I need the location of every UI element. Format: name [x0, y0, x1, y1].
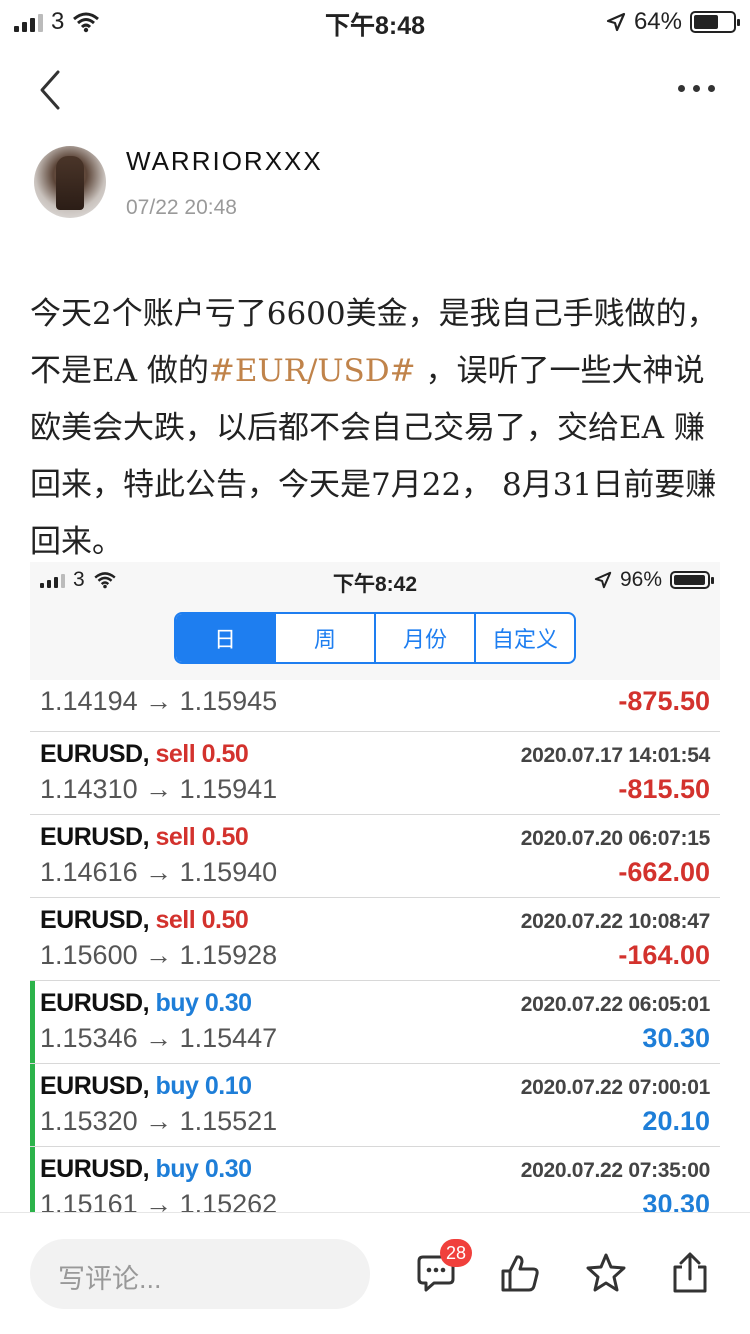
comments-button[interactable]: 28	[414, 1239, 473, 1295]
trade-symbol: EURUSD, sell 0.50	[40, 906, 249, 934]
trade-profit: -815.50	[618, 774, 710, 804]
share-icon	[673, 1252, 707, 1293]
battery-icon	[670, 571, 714, 589]
bottom-action-bar: 写评论... 28	[0, 1213, 750, 1334]
image-battery-percent: 96%	[619, 568, 662, 591]
trade-profit: -875.50	[618, 686, 710, 716]
location-icon	[606, 12, 626, 32]
trade-symbol: EURUSD, sell 0.50	[40, 823, 249, 851]
trade-datetime: 2020.07.22 06:05:01	[520, 993, 711, 1016]
favorite-button[interactable]	[584, 1251, 628, 1295]
post-image[interactable]: 3 下午8:42 96% 日 周 月份 自定义 1.14194 → 1.1594…	[30, 562, 720, 1212]
trade-symbol: EURUSD, buy 0.30	[40, 989, 252, 1017]
trade-prices: 1.15346 → 1.15447	[40, 1023, 278, 1053]
thumbs-up-icon	[501, 1255, 539, 1292]
battery-percent: 64%	[633, 8, 682, 35]
trade-datetime: 2020.07.20 06:07:15	[520, 827, 711, 850]
trade-profit: 20.10	[642, 1106, 710, 1136]
star-icon	[586, 1253, 626, 1292]
post-time: 07/22 20:48	[126, 196, 237, 219]
nav-bar	[0, 60, 750, 120]
trade-row[interactable]: EURUSD, sell 0.50 2020.07.22 10:08:47 1.15…	[30, 898, 720, 981]
period-selector-area: 日 周 月份 自定义	[30, 600, 720, 680]
comment-count-badge: 28	[440, 1239, 473, 1267]
tab-day[interactable]: 日	[176, 614, 274, 662]
back-button[interactable]	[32, 66, 72, 114]
trade-profit: 30.30	[642, 1023, 710, 1053]
trade-profit: -662.00	[618, 857, 710, 887]
trade-row[interactable]: EURUSD, buy 0.30 2020.07.22 06:05:01 1.153…	[30, 981, 720, 1064]
trade-row[interactable]: 1.14194 → 1.15945 -875.50	[30, 680, 720, 732]
trade-row[interactable]: EURUSD, sell 0.50 2020.07.20 06:07:15 1.14…	[30, 815, 720, 898]
comment-input[interactable]: 写评论...	[30, 1239, 370, 1309]
post-author: WARRIORXXX 07/22 20:48	[34, 146, 724, 226]
trade-datetime: 2020.07.22 07:00:01	[520, 1076, 711, 1099]
trade-symbol: EURUSD, sell 0.50	[40, 740, 249, 768]
trade-datetime: 2020.07.22 07:35:00	[520, 1159, 711, 1182]
tab-week[interactable]: 周	[274, 614, 374, 662]
trade-side: sell 0.50	[155, 906, 249, 934]
tab-custom[interactable]: 自定义	[474, 614, 574, 662]
like-button[interactable]	[498, 1251, 542, 1295]
trade-history-list: 1.14194 → 1.15945 -875.50 EURUSD, sell 0…	[30, 680, 720, 1212]
image-status-bar: 3 下午8:42 96%	[30, 562, 720, 600]
avatar[interactable]	[34, 146, 106, 218]
trade-profit: -164.00	[618, 940, 710, 970]
trade-row[interactable]: EURUSD, buy 0.10 2020.07.22 07:00:01 1.153…	[30, 1064, 720, 1147]
trade-side: sell 0.50	[155, 823, 249, 851]
status-right: 64%	[606, 8, 740, 36]
location-icon	[594, 571, 612, 589]
trade-side: sell 0.50	[155, 740, 249, 768]
author-username[interactable]: WARRIORXXX	[126, 146, 323, 177]
trade-symbol: EURUSD, buy 0.10	[40, 1072, 252, 1100]
share-button[interactable]	[668, 1251, 712, 1295]
trade-profit: 30.30	[642, 1189, 710, 1212]
trade-datetime: 2020.07.22 10:08:47	[520, 910, 711, 933]
more-icon	[678, 84, 685, 92]
post-hashtag[interactable]: #EUR/USD#	[209, 353, 416, 389]
battery-icon	[690, 11, 740, 33]
trade-symbol: EURUSD, buy 0.30	[40, 1155, 252, 1183]
trade-prices: 1.14616 → 1.15940	[40, 857, 278, 887]
post-body: 今天2个账户亏了6600美金，是我自己手贱做的，不是EA 做的#EUR/USD#…	[30, 286, 720, 571]
trade-prices: 1.14194 → 1.15945	[40, 686, 278, 716]
trade-prices: 1.15600 → 1.15928	[40, 940, 278, 970]
status-bar: 3 下午8:48 64%	[0, 0, 750, 40]
trade-row[interactable]: EURUSD, buy 0.30 2020.07.22 07:35:00 1.151…	[30, 1147, 720, 1212]
period-segmented-control: 日 周 月份 自定义	[174, 612, 576, 664]
more-button[interactable]	[678, 78, 720, 98]
trade-side: buy 0.30	[155, 1155, 252, 1183]
trade-side: buy 0.10	[155, 1072, 252, 1100]
trade-prices: 1.15320 → 1.15521	[40, 1106, 278, 1136]
trade-prices: 1.15161 → 1.15262	[40, 1189, 278, 1212]
trade-datetime: 2020.07.17 14:01:54	[520, 744, 711, 767]
trade-prices: 1.14310 → 1.15941	[40, 774, 278, 804]
tab-month[interactable]: 月份	[374, 614, 474, 662]
trade-row[interactable]: EURUSD, sell 0.50 2020.07.17 14:01:54 1.14…	[30, 732, 720, 815]
chevron-left-icon	[40, 70, 60, 110]
trade-side: buy 0.30	[155, 989, 252, 1017]
